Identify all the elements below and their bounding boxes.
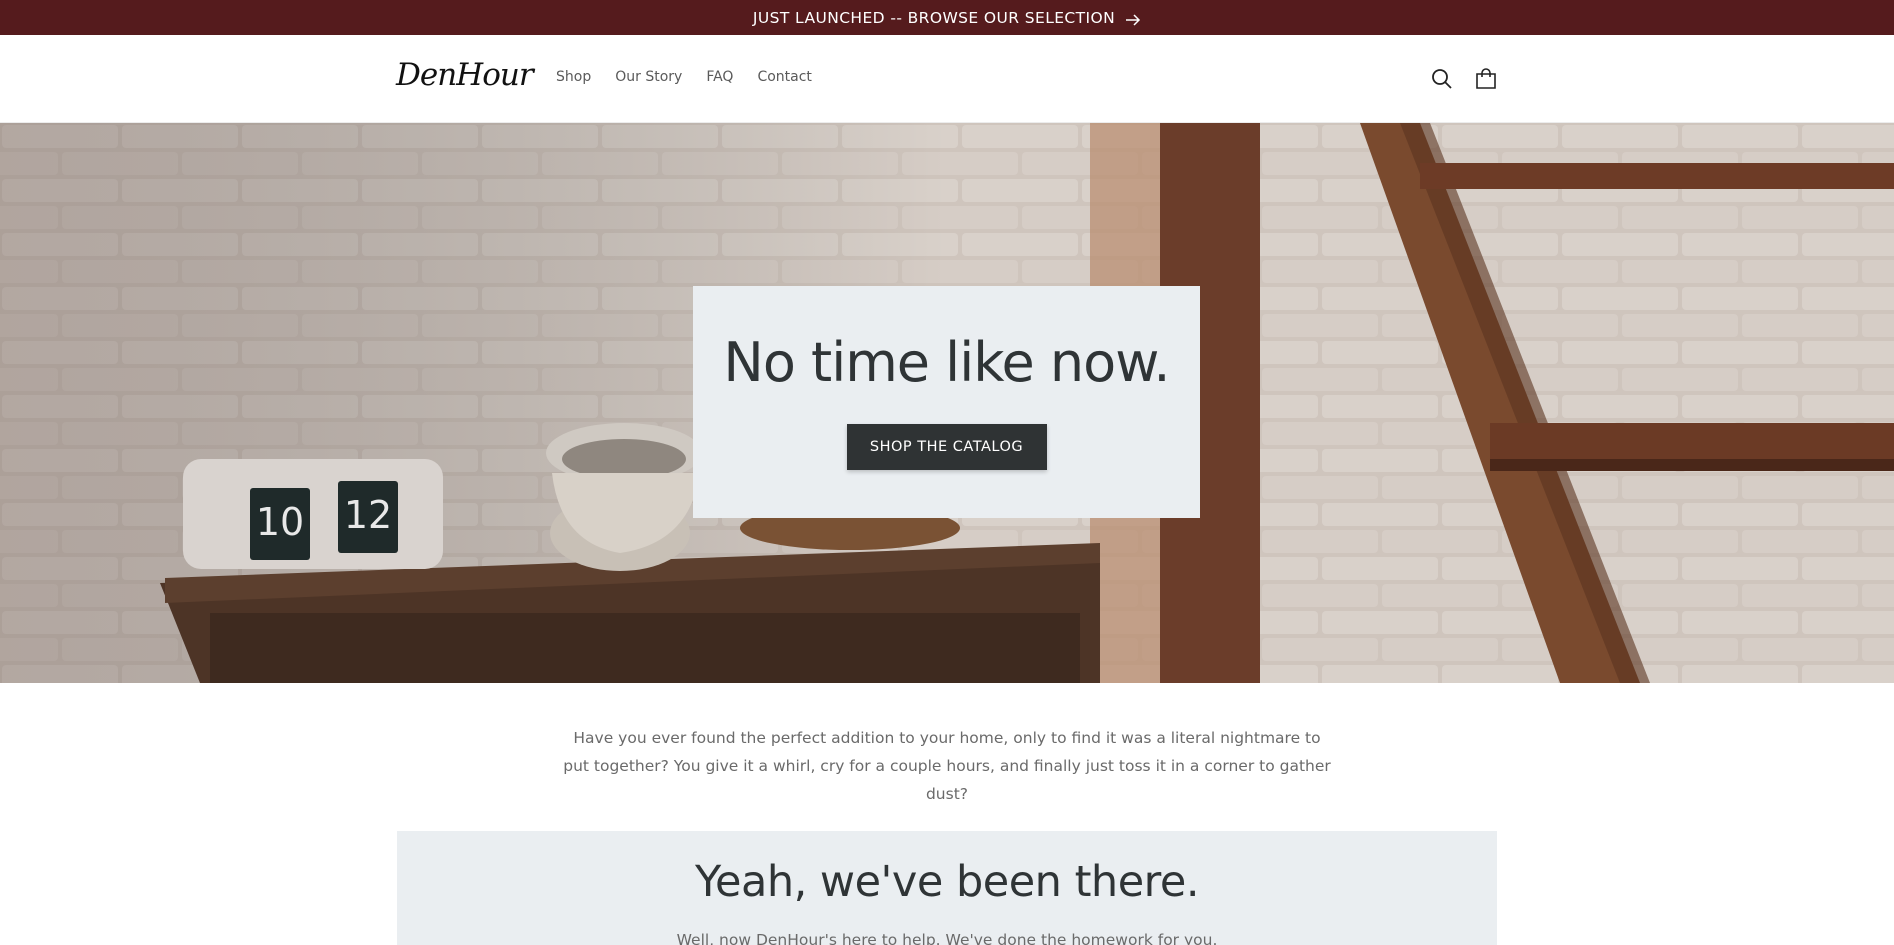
story-title: Yeah, we've been there. bbox=[694, 857, 1200, 907]
hero-title: No time like now. bbox=[723, 331, 1170, 394]
nav-item-our-story[interactable]: Our Story bbox=[615, 69, 682, 85]
story-section: Yeah, we've been there. Well, now DenHou… bbox=[397, 831, 1497, 945]
intro-text: Have you ever found the perfect addition… bbox=[563, 729, 1331, 803]
main-nav: Shop Our Story FAQ Contact bbox=[556, 69, 836, 85]
nav-item-faq[interactable]: FAQ bbox=[706, 69, 733, 85]
nav-item-contact[interactable]: Contact bbox=[757, 69, 811, 85]
announcement-text: JUST LAUNCHED -- BROWSE OUR SELECTION bbox=[752, 8, 1116, 27]
shop-catalog-button[interactable]: SHOP THE CATALOG bbox=[846, 424, 1047, 470]
cart-icon[interactable] bbox=[1473, 66, 1499, 92]
arrow-right-icon bbox=[1125, 12, 1141, 26]
nav-item-shop[interactable]: Shop bbox=[556, 69, 591, 85]
search-icon[interactable] bbox=[1429, 66, 1455, 92]
hero-content-box: No time like now. SHOP THE CATALOG bbox=[693, 286, 1200, 518]
site-header: DenHour Shop Our Story FAQ Contact bbox=[0, 35, 1894, 123]
logo[interactable]: DenHour bbox=[396, 57, 534, 93]
clock-digit-minutes: 12 bbox=[344, 493, 392, 537]
clock-digit-hours: 10 bbox=[256, 500, 304, 544]
story-text: Well, now DenHour's here to help. We've … bbox=[676, 931, 1218, 945]
announcement-bar[interactable]: JUST LAUNCHED -- BROWSE OUR SELECTION bbox=[0, 0, 1894, 35]
hero-banner: 10 12 No time like now. SHOP THE CATALOG bbox=[0, 123, 1894, 683]
